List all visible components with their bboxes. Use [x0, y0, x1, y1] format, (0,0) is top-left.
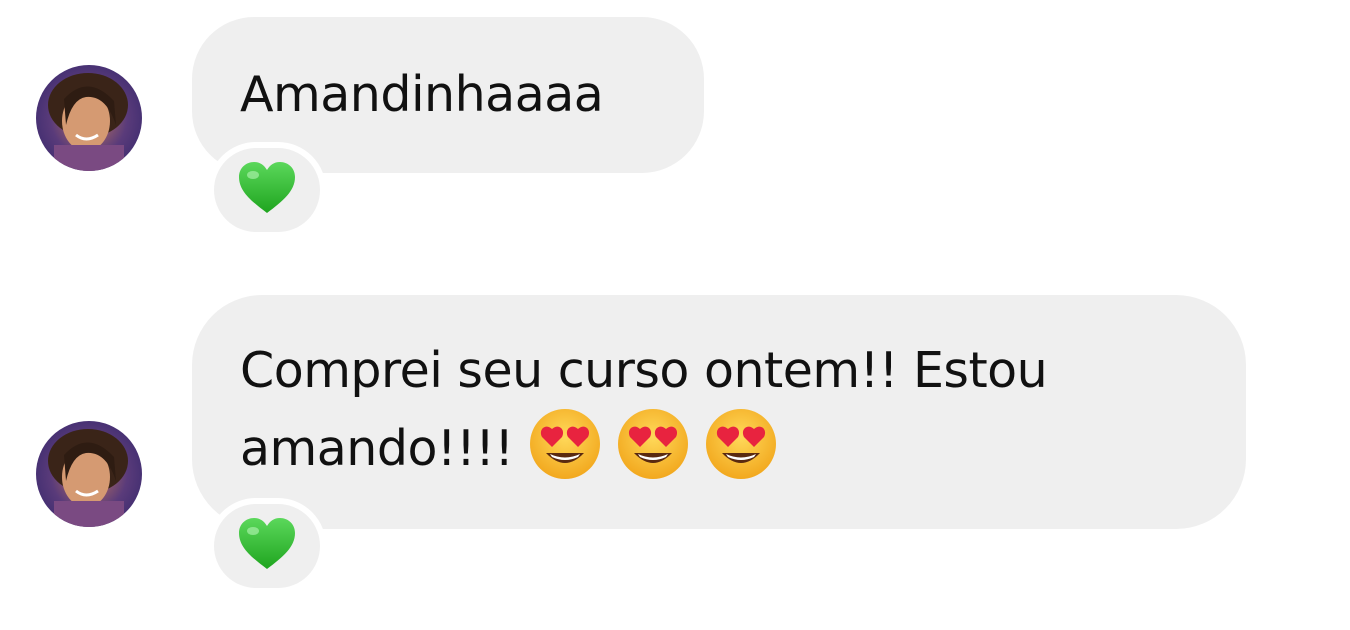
message-text-line-2: amando!!!! [240, 407, 1246, 485]
avatar[interactable] [36, 65, 142, 171]
green-heart-icon [237, 161, 297, 219]
reaction-badge[interactable] [208, 498, 326, 594]
green-heart-icon [237, 517, 297, 575]
message-bubble[interactable]: Comprei seu curso ontem!! Estou amando!!… [192, 295, 1246, 529]
message-text: Amandinhaaaa [240, 66, 604, 123]
message-text-line-1: Comprei seu curso ontem!! Estou [240, 342, 1048, 399]
avatar[interactable] [36, 421, 142, 527]
heart-eyes-face-icon [704, 407, 778, 481]
heart-eyes-face-icon [528, 407, 602, 481]
reaction-badge[interactable] [208, 142, 326, 238]
message-text-line-2-label: amando!!!! [240, 420, 514, 477]
heart-eyes-face-icon [616, 407, 690, 481]
